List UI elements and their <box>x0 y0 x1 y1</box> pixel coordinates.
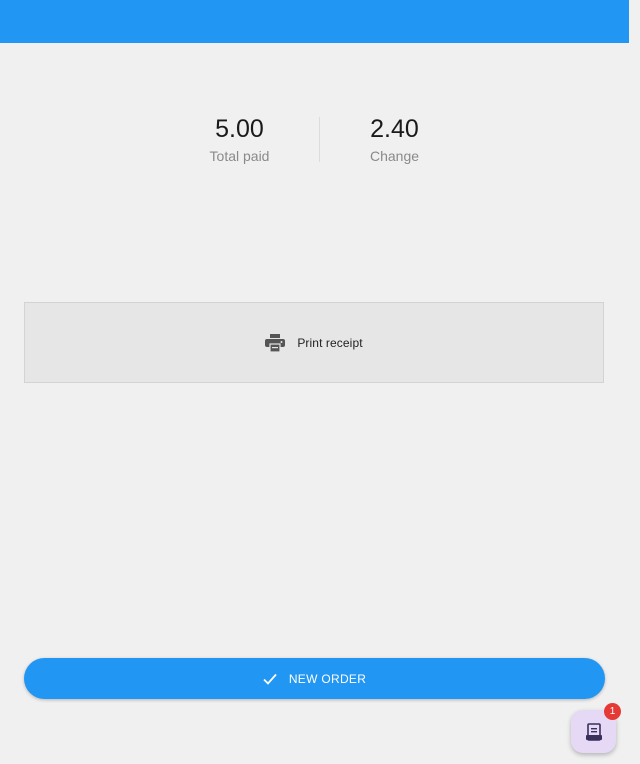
receipt-icon <box>585 722 602 741</box>
change-value: 2.40 <box>370 115 419 143</box>
printer-icon <box>265 333 286 352</box>
notification-badge: 1 <box>604 703 621 720</box>
change-label: Change <box>369 148 420 164</box>
total-paid-value: 5.00 <box>215 115 264 143</box>
app-bar <box>0 0 629 43</box>
payment-summary: 5.00 Total paid 2.40 Change <box>162 114 472 166</box>
check-icon <box>263 673 277 685</box>
new-order-label: NEW ORDER <box>288 671 367 686</box>
print-receipt-button[interactable]: Print receipt <box>24 302 604 383</box>
new-order-button[interactable]: NEW ORDER <box>24 658 605 699</box>
summary-divider <box>319 117 320 162</box>
total-paid-stat: 5.00 Total paid <box>162 114 317 166</box>
change-stat: 2.40 Change <box>317 114 472 166</box>
total-paid-label: Total paid <box>209 148 270 164</box>
payment-complete-screen: 5.00 Total paid 2.40 Change Print receip… <box>0 0 640 764</box>
print-receipt-label: Print receipt <box>297 335 363 350</box>
